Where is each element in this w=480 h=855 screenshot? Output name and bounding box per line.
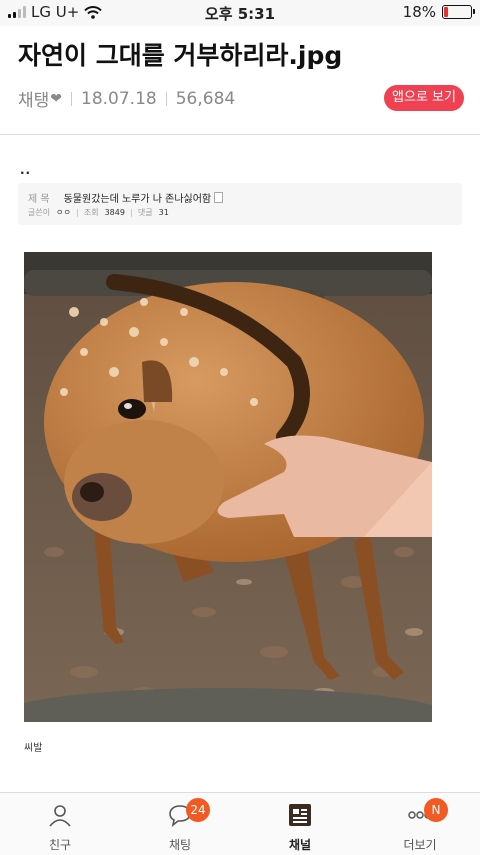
post-header: 자연이 그대를 거부하리라.jpg 채탱 ❤ 18.07.18 56,684 앱… — [0, 26, 480, 135]
quoted-comments-label: 댓글 — [137, 208, 153, 217]
post-title: 자연이 그대를 거부하리라.jpg — [18, 41, 343, 70]
person-icon — [49, 805, 71, 827]
quoted-post-box[interactable]: 제 목 동물원갔는데 노루가 나 존나싫어함 글쓴이 ㅇㅇ 조회 3849 댓글… — [18, 183, 462, 225]
tab-more-label: 더보기 — [403, 838, 437, 852]
battery-icon — [442, 5, 475, 19]
quoted-views-label: 조회 — [83, 208, 99, 217]
view-count: 56,684 — [175, 88, 236, 109]
tab-channel[interactable]: 채널 — [240, 793, 360, 855]
tab-more[interactable]: N 더보기 — [360, 793, 480, 855]
post-date: 18.07.18 — [81, 88, 157, 109]
tab-channel-label: 채널 — [288, 838, 312, 852]
bottom-tab-bar: 친구 24 채팅 채널 N 더보기 — [0, 792, 480, 855]
tab-friends[interactable]: 친구 — [0, 793, 120, 855]
quoted-title: 동물원갔는데 노루가 나 존나싫어함 — [63, 194, 212, 205]
post-photo[interactable] — [24, 252, 432, 722]
quoted-title-row: 제 목 동물원갔는데 노루가 나 존나싫어함 — [28, 190, 224, 205]
tab-friends-label: 친구 — [48, 838, 72, 852]
category-label[interactable]: 채탱 — [18, 86, 49, 111]
status-right: 18% — [402, 3, 475, 21]
image-attachment-icon — [214, 192, 224, 203]
divider — [76, 208, 78, 217]
post-meta: 채탱 ❤ 18.07.18 56,684 — [18, 86, 236, 112]
channel-icon — [289, 804, 311, 826]
quoted-author: ㅇㅇ — [56, 208, 71, 217]
battery-percent: 18% — [402, 3, 436, 21]
tab-chats-label: 채팅 — [168, 838, 192, 852]
quoted-title-label: 제 목 — [28, 194, 50, 205]
heart-icon: ❤ — [50, 90, 63, 107]
deer-photo-illustration — [24, 252, 432, 722]
chat-unread-badge: 24 — [186, 798, 210, 822]
open-in-app-button[interactable]: 앱으로 보기 — [384, 85, 464, 111]
quoted-comments: 31 — [158, 208, 169, 217]
quoted-views: 3849 — [104, 208, 125, 217]
more-new-badge: N — [424, 798, 448, 822]
body-text: .. — [20, 163, 32, 177]
quoted-author-label: 글쓴이 — [28, 208, 51, 217]
post-caption: 씨발 — [24, 743, 43, 754]
divider — [71, 91, 73, 106]
status-bar: LG U+ 오후 5:31 18% — [0, 0, 480, 26]
divider — [130, 208, 132, 217]
tab-chats[interactable]: 24 채팅 — [120, 793, 240, 855]
divider — [165, 91, 167, 106]
quoted-meta-row: 글쓴이 ㅇㅇ 조회 3849 댓글 31 — [28, 207, 169, 218]
